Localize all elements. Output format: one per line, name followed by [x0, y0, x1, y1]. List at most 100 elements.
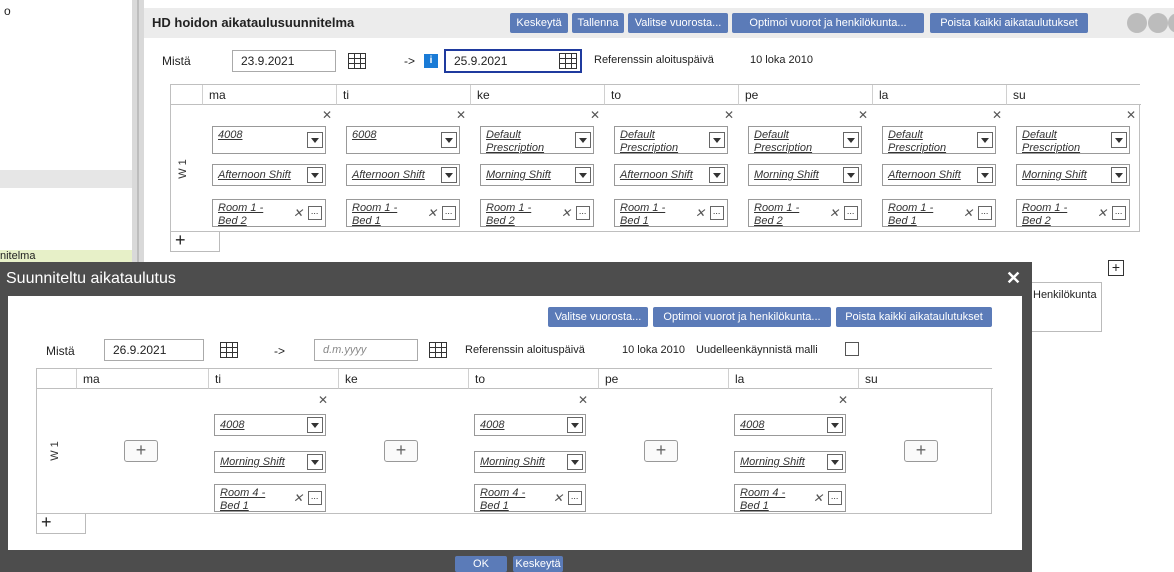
add-icon[interactable]: +	[1108, 260, 1124, 276]
nav-more-icon[interactable]	[1168, 13, 1174, 33]
chevron-down-icon[interactable]	[575, 167, 591, 183]
shift-select[interactable]: Morning Shift	[474, 451, 586, 473]
ok-button[interactable]: OK	[455, 556, 507, 572]
room-select[interactable]: Room 4 - Bed 1 ✕...	[474, 484, 586, 512]
shift-select[interactable]: Morning Shift	[480, 164, 594, 186]
more-icon[interactable]: ...	[978, 206, 992, 220]
clear-icon[interactable]: ✕	[293, 207, 303, 220]
chevron-down-icon[interactable]	[1111, 167, 1127, 183]
shift-select[interactable]: Morning Shift	[214, 451, 326, 473]
clear-icon[interactable]: ✕	[829, 207, 839, 220]
remove-all-button[interactable]: Poista kaikki aikataulutukset	[836, 307, 992, 327]
chevron-down-icon[interactable]	[843, 167, 859, 183]
add-slot-button[interactable]: +	[904, 440, 938, 462]
close-icon[interactable]: ✕	[590, 108, 600, 122]
chevron-down-icon[interactable]	[307, 454, 323, 470]
add-week-tab[interactable]: +	[36, 513, 86, 534]
close-icon[interactable]: ✕	[318, 393, 328, 407]
shift-select[interactable]: Afternoon Shift	[212, 164, 326, 186]
close-icon[interactable]: ✕	[456, 108, 466, 122]
prescription-select[interactable]: 4008	[474, 414, 586, 436]
room-select[interactable]: Room 4 - Bed 1 ✕...	[214, 484, 326, 512]
close-icon[interactable]: ✕	[1126, 108, 1136, 122]
room-select[interactable]: Room 1 - Bed 1 ✕...	[346, 199, 460, 227]
nav-next-icon[interactable]	[1148, 13, 1168, 33]
prescription-select[interactable]: Default Prescription	[748, 126, 862, 154]
add-slot-button[interactable]: +	[644, 440, 678, 462]
shift-select[interactable]: Afternoon Shift	[882, 164, 996, 186]
chevron-down-icon[interactable]	[977, 132, 993, 148]
add-week-tab[interactable]: +	[170, 231, 220, 252]
chevron-down-icon[interactable]	[709, 132, 725, 148]
shift-select[interactable]: Morning Shift	[734, 451, 846, 473]
to-date-field[interactable]: d.m.yyyy	[314, 339, 418, 361]
room-select[interactable]: Room 4 - Bed 1 ✕...	[734, 484, 846, 512]
close-icon[interactable]: ✕	[578, 393, 588, 407]
more-icon[interactable]: ...	[1112, 206, 1126, 220]
chevron-down-icon[interactable]	[827, 417, 843, 433]
clear-icon[interactable]: ✕	[561, 207, 571, 220]
add-slot-button[interactable]: +	[124, 440, 158, 462]
chevron-down-icon[interactable]	[567, 417, 583, 433]
chevron-down-icon[interactable]	[843, 132, 859, 148]
close-icon[interactable]: ✕	[322, 108, 332, 122]
more-icon[interactable]: ...	[442, 206, 456, 220]
chevron-down-icon[interactable]	[977, 167, 993, 183]
add-slot-button[interactable]: +	[384, 440, 418, 462]
calendar-icon[interactable]	[559, 53, 577, 69]
room-select[interactable]: Room 1 - Bed 2 ✕...	[212, 199, 326, 227]
cancel-button[interactable]: Keskeytä	[510, 13, 568, 33]
from-date-field[interactable]: 26.9.2021	[104, 339, 204, 361]
optimize-button[interactable]: Optimoi vuorot ja henkilökunta...	[732, 13, 924, 33]
room-select[interactable]: Room 1 - Bed 2 ✕...	[748, 199, 862, 227]
more-icon[interactable]: ...	[844, 206, 858, 220]
more-icon[interactable]: ...	[308, 491, 322, 505]
close-icon[interactable]: ✕	[724, 108, 734, 122]
left-panel-selected-row[interactable]	[0, 170, 132, 188]
select-from-shift-button[interactable]: Valitse vuorosta...	[548, 307, 648, 327]
prescription-select[interactable]: Default Prescription	[480, 126, 594, 154]
clear-icon[interactable]: ✕	[427, 207, 437, 220]
prescription-select[interactable]: Default Prescription	[614, 126, 728, 154]
chevron-down-icon[interactable]	[307, 417, 323, 433]
modal-cancel-button[interactable]: Keskeytä	[513, 556, 563, 572]
chevron-down-icon[interactable]	[567, 454, 583, 470]
chevron-down-icon[interactable]	[709, 167, 725, 183]
calendar-icon[interactable]	[348, 53, 366, 69]
info-icon[interactable]: i	[424, 54, 438, 68]
clear-icon[interactable]: ✕	[293, 492, 303, 505]
prescription-select[interactable]: 6008	[346, 126, 460, 154]
close-icon[interactable]: ✕	[1006, 268, 1021, 289]
optimize-button[interactable]: Optimoi vuorot ja henkilökunta...	[653, 307, 831, 327]
nav-prev-icon[interactable]	[1127, 13, 1147, 33]
chevron-down-icon[interactable]	[307, 167, 323, 183]
prescription-select[interactable]: 4008	[734, 414, 846, 436]
chevron-down-icon[interactable]	[441, 132, 457, 148]
clear-icon[interactable]: ✕	[963, 207, 973, 220]
room-select[interactable]: Room 1 - Bed 1 ✕...	[614, 199, 728, 227]
chevron-down-icon[interactable]	[1111, 132, 1127, 148]
calendar-icon[interactable]	[220, 342, 238, 358]
close-icon[interactable]: ✕	[858, 108, 868, 122]
more-icon[interactable]: ...	[308, 206, 322, 220]
from-date-field[interactable]: 23.9.2021	[232, 50, 336, 72]
shift-select[interactable]: Afternoon Shift	[346, 164, 460, 186]
prescription-select[interactable]: 4008	[214, 414, 326, 436]
chevron-down-icon[interactable]	[441, 167, 457, 183]
prescription-select[interactable]: Default Prescription	[882, 126, 996, 154]
more-icon[interactable]: ...	[828, 491, 842, 505]
restart-checkbox[interactable]	[845, 342, 859, 356]
shift-select[interactable]: Morning Shift	[748, 164, 862, 186]
calendar-icon[interactable]	[429, 342, 447, 358]
clear-icon[interactable]: ✕	[1097, 207, 1107, 220]
chevron-down-icon[interactable]	[307, 132, 323, 148]
chevron-down-icon[interactable]	[827, 454, 843, 470]
chevron-down-icon[interactable]	[575, 132, 591, 148]
prescription-select[interactable]: 4008	[212, 126, 326, 154]
save-button[interactable]: Tallenna	[572, 13, 624, 33]
shift-select[interactable]: Afternoon Shift	[614, 164, 728, 186]
more-icon[interactable]: ...	[576, 206, 590, 220]
shift-select[interactable]: Morning Shift	[1016, 164, 1130, 186]
select-from-shift-button[interactable]: Valitse vuorosta...	[628, 13, 728, 33]
close-icon[interactable]: ✕	[992, 108, 1002, 122]
